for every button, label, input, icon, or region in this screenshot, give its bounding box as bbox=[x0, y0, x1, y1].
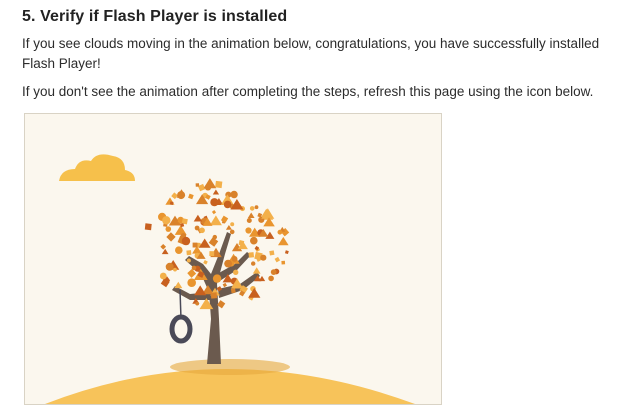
flash-animation-stage bbox=[24, 113, 442, 405]
leaf bbox=[254, 205, 259, 210]
leaf bbox=[230, 222, 235, 227]
leaf bbox=[171, 192, 178, 200]
leaf bbox=[194, 285, 207, 296]
leaf bbox=[215, 180, 223, 189]
leaf bbox=[260, 254, 267, 261]
leaf bbox=[173, 267, 177, 272]
leaf bbox=[194, 225, 200, 231]
leaf bbox=[248, 252, 255, 258]
leaf bbox=[251, 261, 256, 266]
leaf bbox=[166, 232, 176, 242]
leaf bbox=[203, 178, 217, 189]
leaf bbox=[203, 260, 208, 265]
cloud bbox=[59, 154, 135, 181]
leaf bbox=[174, 225, 187, 235]
instruction-paragraph: If you see clouds moving in the animatio… bbox=[22, 36, 600, 71]
section-title: 5. Verify if Flash Player is installed bbox=[22, 8, 288, 25]
leaf bbox=[144, 223, 152, 231]
leaf bbox=[220, 215, 229, 223]
leaf bbox=[269, 250, 275, 256]
leaf bbox=[248, 287, 261, 298]
tire-swing bbox=[169, 314, 193, 344]
leaf bbox=[281, 260, 286, 265]
leaf bbox=[186, 250, 192, 256]
leaf bbox=[187, 278, 196, 287]
leaf bbox=[181, 236, 191, 246]
leaf bbox=[252, 267, 261, 274]
leaf bbox=[249, 206, 255, 211]
leaf bbox=[229, 229, 235, 235]
refresh-instruction-paragraph: If you don't see the animation after com… bbox=[22, 84, 594, 99]
leaf bbox=[191, 265, 197, 271]
leaf bbox=[210, 292, 218, 299]
leaf bbox=[245, 227, 252, 234]
leaf bbox=[268, 275, 274, 282]
leaf bbox=[199, 227, 205, 234]
leaf bbox=[192, 242, 198, 248]
leaf bbox=[187, 268, 197, 278]
leaf bbox=[247, 212, 255, 218]
leaf bbox=[161, 248, 169, 255]
leaf bbox=[278, 236, 289, 246]
leaf bbox=[208, 237, 219, 247]
leaf bbox=[193, 214, 203, 222]
leaf bbox=[195, 183, 200, 187]
leaf bbox=[250, 236, 258, 245]
leaf bbox=[174, 281, 183, 289]
leaf bbox=[230, 190, 238, 199]
leaf bbox=[165, 226, 172, 232]
leaf bbox=[209, 251, 215, 257]
leaf bbox=[162, 216, 171, 225]
leaf bbox=[230, 288, 236, 294]
leaf bbox=[233, 269, 239, 275]
leaf bbox=[198, 238, 211, 248]
leaf bbox=[210, 198, 219, 207]
leaf bbox=[195, 301, 200, 306]
leaf bbox=[212, 189, 220, 195]
leaf bbox=[284, 250, 289, 255]
leaf bbox=[270, 269, 277, 275]
leaf bbox=[274, 256, 281, 263]
leaf bbox=[212, 274, 222, 283]
leaf bbox=[159, 272, 167, 280]
flash-animation-illustration bbox=[45, 154, 415, 404]
leaf bbox=[209, 215, 222, 226]
leaf bbox=[188, 193, 194, 200]
leaf bbox=[231, 256, 238, 262]
leaf bbox=[223, 200, 232, 209]
leaf bbox=[169, 201, 174, 205]
leaf bbox=[222, 282, 227, 288]
leaf bbox=[246, 218, 252, 223]
leaf bbox=[186, 258, 191, 263]
leaf bbox=[175, 246, 183, 254]
leaf bbox=[224, 259, 233, 268]
hill-shadow bbox=[170, 359, 290, 375]
leaf bbox=[261, 208, 275, 219]
leaf bbox=[258, 275, 266, 282]
leaf bbox=[211, 209, 217, 215]
leaf bbox=[277, 229, 283, 235]
